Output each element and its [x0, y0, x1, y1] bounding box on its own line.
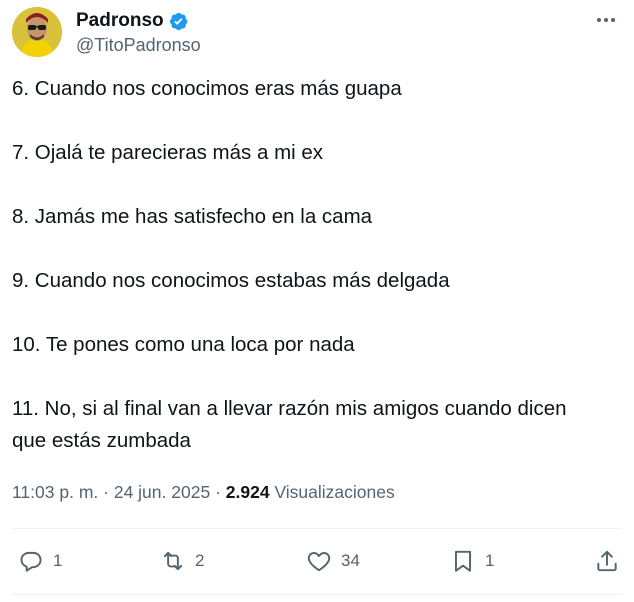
author-handle[interactable]: @TitoPadronso — [76, 35, 201, 56]
verified-badge-icon — [168, 11, 189, 32]
tweet-header: Padronso @TitoPadronso — [12, 6, 622, 58]
retweet-button[interactable]: 2 — [160, 548, 204, 574]
like-button[interactable]: 34 — [306, 548, 360, 574]
tweet-actions: 1 2 34 1 — [12, 544, 622, 580]
tweet-line: 7. Ojalá te parecieras más a mi ex — [12, 141, 324, 164]
meta-separator: · — [215, 482, 221, 502]
tweet-line: 10. Te pones como una loca por nada — [12, 333, 355, 356]
author-name-row[interactable]: Padronso — [76, 10, 189, 32]
tweet-text: 6. Cuando nos conocimos eras más guapa 7… — [12, 73, 622, 457]
bookmark-button[interactable]: 1 — [450, 548, 494, 574]
tweet-line: 6. Cuando nos conocimos eras más guapa — [12, 77, 402, 100]
like-count: 34 — [341, 551, 360, 570]
tweet-line: 11. No, si al final van a llevar razón m… — [12, 397, 567, 420]
retweet-count: 2 — [195, 551, 205, 570]
display-name[interactable]: Padronso — [76, 10, 164, 32]
reply-count: 1 — [53, 551, 63, 570]
reply-icon — [20, 551, 42, 572]
bookmark-count: 1 — [485, 551, 495, 570]
avatar-image — [12, 7, 62, 57]
more-options-icon[interactable] — [594, 8, 618, 32]
bookmark-icon — [454, 550, 472, 572]
tweet-line: que estás zumbada — [12, 429, 191, 452]
tweet-date[interactable]: 24 jun. 2025 — [114, 482, 210, 502]
tweet-meta: 11:03 p. m. · 24 jun. 2025 · 2.924 Visua… — [12, 482, 395, 503]
share-button[interactable] — [594, 548, 620, 574]
tweet-line: 8. Jamás me has satisfecho en la cama — [12, 205, 373, 228]
tweet-line: 9. Cuando nos conocimos estabas más delg… — [12, 269, 450, 292]
heart-icon — [307, 552, 331, 572]
reply-button[interactable]: 1 — [18, 548, 62, 574]
share-icon — [597, 550, 617, 572]
avatar[interactable] — [12, 7, 62, 57]
views-count: 2.924 — [225, 482, 270, 502]
meta-separator: · — [103, 482, 109, 502]
divider — [12, 528, 622, 529]
retweet-icon — [163, 551, 183, 571]
divider — [12, 594, 622, 595]
views-label: Visualizaciones — [274, 482, 395, 502]
tweet-time[interactable]: 11:03 p. m. — [12, 482, 98, 502]
